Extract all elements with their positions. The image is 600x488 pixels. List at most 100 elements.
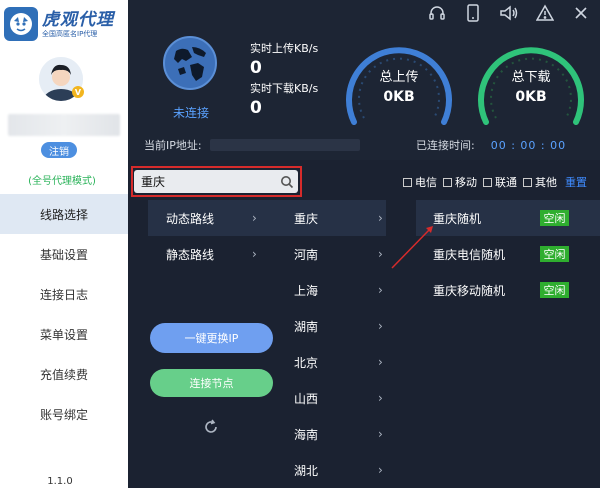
list-item[interactable]: 河南 › [274,236,386,272]
status-panel: 未连接 实时上传KB/s 0 实时下载KB/s 0 总上传 0KB 总下载 0K… [128,0,600,160]
node-name: 重庆电信随机 [433,247,506,262]
sidebar-item-account-binding[interactable]: 账号绑定 [0,394,128,434]
change-ip-button[interactable]: 一键更换IP [150,323,273,353]
total-upload-value: 0KB [383,89,415,105]
total-download-gauge: 总下载 0KB [472,38,590,138]
realtime-download: 实时下载KB/s 0 [250,80,318,118]
list-item[interactable]: 海南 › [274,416,386,452]
sidebar-item-connection-log[interactable]: 连接日志 [0,274,128,314]
close-icon[interactable] [570,4,592,22]
route-content: 电信 移动 联通 其他 重置 动态路线 › 静态路线 › 重庆 › [128,160,600,488]
connection-status: 未连接 [172,106,209,120]
username-redacted [8,114,120,136]
city-label: 北京 [294,355,319,370]
chevron-right-icon: › [378,463,383,477]
list-item[interactable]: 上海 › [274,272,386,308]
route-static[interactable]: 静态路线 › [148,236,274,272]
list-item[interactable]: 湖南 › [274,308,386,344]
list-item[interactable]: 北京 › [274,344,386,380]
version-label: 1.1.0 [47,476,73,487]
logout-button[interactable]: 注销 [41,142,77,158]
chevron-right-icon: › [378,283,383,297]
connected-time-label: 已连接时间: [416,139,475,152]
route-static-label: 静态路线 [166,247,215,262]
list-item[interactable]: 重庆移动随机 空闲 [416,272,600,308]
search-input[interactable] [141,174,276,189]
chevron-right-icon: › [378,355,383,369]
city-label: 山西 [294,391,319,406]
filter-telecom-label: 电信 [415,176,437,189]
chevron-right-icon: › [252,247,257,261]
list-item[interactable]: 重庆随机 空闲 [416,200,600,236]
route-dynamic-label: 动态路线 [166,211,215,226]
city-list: 重庆 › 河南 › 上海 › 湖南 › 北京 › 山西 › 海南 › 湖北 › [274,200,386,488]
filter-telecom[interactable]: 电信 [403,174,437,190]
proxy-mode-label: (全号代理模式) [28,176,96,187]
chevron-right-icon: › [378,391,383,405]
volume-icon[interactable] [498,4,520,22]
upload-speed-value: 0 [250,58,262,78]
city-label: 海南 [294,427,319,442]
connect-node-button[interactable]: 连接节点 [150,369,273,397]
chevron-right-icon: › [378,427,383,441]
status-badge: 空闲 [540,210,569,226]
current-ip-row: 当前IP地址: [144,137,360,153]
connected-time-value: 00 : 00 : 00 [490,138,567,152]
filter-other[interactable]: 其他 [523,174,557,190]
download-speed-value: 0 [250,98,262,118]
list-item[interactable]: 重庆 › [274,200,386,236]
sidebar-item-recharge[interactable]: 充值续费 [0,354,128,394]
sidebar-item-route-select[interactable]: 线路选择 [0,194,128,234]
sidebar-item-basic-settings[interactable]: 基础设置 [0,234,128,274]
list-item[interactable]: 湖北 › [274,452,386,488]
annotation-arrow-icon [391,226,433,269]
total-upload-gauge: 总上传 0KB [340,38,458,138]
headset-icon[interactable] [426,4,448,22]
refresh-icon[interactable] [202,418,220,436]
chevron-right-icon: › [378,211,383,225]
upload-speed-label: 实时上传KB/s [250,42,319,55]
sidebar-nav: 线路选择 基础设置 连接日志 菜单设置 充值续费 账号绑定 [0,194,128,434]
vip-badge: V [72,86,84,98]
node-list: 重庆随机 空闲 重庆电信随机 空闲 重庆移动随机 空闲 [416,200,600,308]
checkbox[interactable] [443,177,452,187]
filter-unicom[interactable]: 联通 [483,174,517,190]
reset-filters-link[interactable]: 重置 [565,174,587,190]
filter-mobile-label: 移动 [455,176,477,189]
sidebar-item-menu-settings[interactable]: 菜单设置 [0,314,128,354]
brand-subtitle: 全国高匿名IP代理 [42,29,98,38]
node-name: 重庆移动随机 [433,283,506,298]
checkbox[interactable] [403,177,412,187]
filter-other-label: 其他 [535,176,557,189]
status-badge: 空闲 [540,246,569,262]
current-ip-label: 当前IP地址: [144,139,202,152]
total-download-title: 总下载 [511,70,551,85]
list-item[interactable]: 重庆电信随机 空闲 [416,236,600,272]
checkbox[interactable] [523,177,532,187]
city-label: 湖南 [294,319,319,334]
app-logo: 虎观代理 全国高匿名IP代理 [4,4,128,44]
filter-mobile[interactable]: 移动 [443,174,477,190]
filter-unicom-label: 联通 [495,176,517,189]
phone-icon[interactable] [462,4,484,22]
checkbox[interactable] [483,177,492,187]
list-item[interactable]: 山西 › [274,380,386,416]
current-ip-redacted [209,139,360,151]
chevron-right-icon: › [252,211,257,225]
brand-name: 虎观代理 [42,9,114,30]
search-field[interactable] [134,170,298,193]
total-upload-title: 总上传 [379,70,419,85]
globe-icon [162,35,218,91]
connected-time-row: 已连接时间: 00 : 00 : 00 [416,137,566,153]
window-toolbar [426,4,592,22]
node-name: 重庆随机 [433,211,482,226]
tiger-logo-icon [4,7,38,41]
warning-icon[interactable] [534,4,556,22]
city-label: 河南 [294,247,319,262]
route-dynamic[interactable]: 动态路线 › [148,200,274,236]
total-download-value: 0KB [515,89,547,105]
realtime-upload: 实时上传KB/s 0 [250,40,318,78]
search-icon[interactable] [276,171,298,193]
route-type-list: 动态路线 › 静态路线 › [148,200,274,272]
status-badge: 空闲 [540,282,569,298]
